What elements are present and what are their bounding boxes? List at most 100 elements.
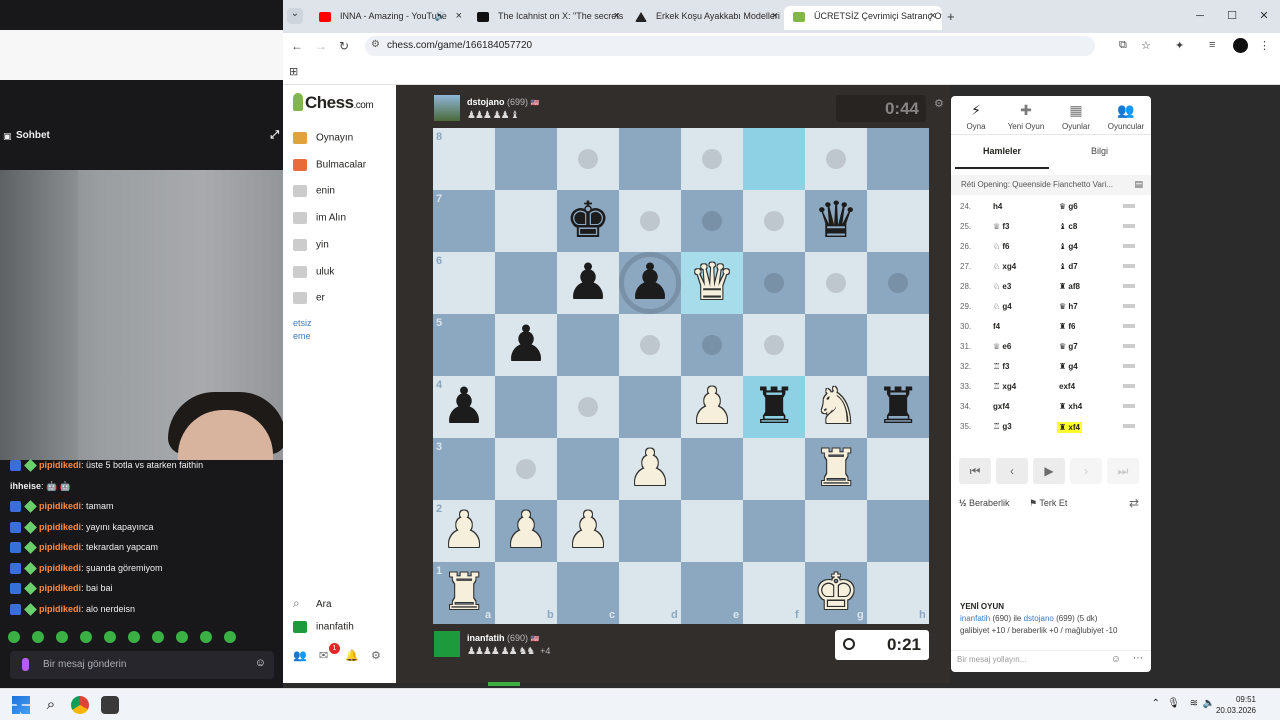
black-move[interactable]: ♝ g4 [1059, 242, 1078, 251]
black-move[interactable]: ♜ xh4 [1059, 402, 1082, 411]
black-piece-b5[interactable]: ♟ [495, 314, 557, 376]
white-piece-c2[interactable]: ♟ [557, 500, 619, 562]
close-tab-icon[interactable]: × [456, 10, 462, 22]
last-move-button[interactable]: ⏭ [1107, 458, 1139, 484]
mic-icon[interactable] [22, 658, 29, 671]
square-g5[interactable] [805, 314, 867, 376]
move-hint[interactable] [764, 335, 784, 355]
vip-badge-icon[interactable] [24, 459, 37, 472]
tab-moves[interactable]: Hamleler [983, 146, 1021, 156]
white-piece-g3[interactable]: ♜ [805, 438, 867, 500]
new-tab-icon[interactable]: + [947, 9, 955, 24]
subscriber-badge-icon[interactable] [10, 501, 21, 513]
black-move[interactable]: ♛ g6 [1059, 202, 1078, 211]
emote-icon[interactable] [224, 631, 236, 643]
chat-username[interactable]: pipidikedi [39, 604, 81, 614]
black-move[interactable]: exf4 [1059, 382, 1075, 391]
subscriber-badge-icon[interactable] [10, 542, 21, 554]
system-clock[interactable]: 09:51 20.03.2026 [1216, 694, 1256, 716]
sidebar-item[interactable]: enin [293, 185, 335, 198]
square-b8[interactable] [495, 128, 557, 190]
smiley-icon[interactable]: ☺ [255, 657, 266, 669]
chat-username[interactable]: pipidikedi [39, 583, 81, 593]
emote-icon[interactable] [176, 631, 188, 643]
emote-icon[interactable] [152, 631, 164, 643]
move-hint[interactable] [702, 211, 722, 231]
volume-icon[interactable]: 🔈 [1203, 698, 1215, 709]
square-b7[interactable] [495, 190, 557, 252]
move-hint[interactable] [702, 335, 722, 355]
chat-username[interactable]: pipidikedi [39, 501, 81, 511]
site-info-icon[interactable]: ⚙ [371, 39, 380, 50]
install-app-icon[interactable]: ⧉ [1119, 39, 1127, 52]
square-f3[interactable] [743, 438, 805, 500]
chat-username[interactable]: pipidikedi [39, 460, 81, 470]
black-move[interactable]: ♜ g4 [1059, 362, 1078, 371]
white-piece-g1[interactable]: ♚ [805, 562, 867, 624]
white-move[interactable]: ♘ f6 [993, 242, 1010, 251]
subscriber-badge-icon[interactable] [10, 521, 21, 533]
mail-icon[interactable]: ✉ [319, 649, 328, 662]
square-f8[interactable] [743, 128, 805, 190]
first-move-button[interactable]: ⏮ [959, 458, 991, 484]
move-hint[interactable] [764, 273, 784, 293]
chat-username[interactable]: pipidikedi [39, 542, 81, 552]
profile-avatar[interactable] [1233, 38, 1248, 53]
white-piece-b2[interactable]: ♟ [495, 500, 557, 562]
opponent-name[interactable]: dstojano [467, 97, 505, 107]
emote-icon[interactable] [104, 631, 116, 643]
subscriber-badge-icon[interactable] [10, 562, 21, 574]
opponent-avatar[interactable] [434, 95, 460, 121]
square-d4[interactable] [619, 376, 681, 438]
move-hint[interactable] [888, 273, 908, 293]
play-button[interactable]: ▶ [1033, 458, 1065, 484]
close-tab-icon[interactable]: × [772, 10, 778, 22]
black-move[interactable]: ♛ g7 [1059, 342, 1078, 351]
chat-username[interactable]: pipidikedi [39, 522, 81, 532]
search-icon[interactable]: ⌕ [42, 696, 60, 714]
draw-button[interactable]: ½ Beraberlik [959, 498, 1010, 508]
white-move[interactable]: gxf4 [993, 402, 1009, 411]
sidebar-item[interactable]: Bulmacalar [293, 158, 366, 171]
white-move[interactable]: f4 [993, 322, 1000, 331]
white-piece-a2[interactable]: ♟ [433, 500, 495, 562]
square-d8[interactable] [619, 128, 681, 190]
vip-badge-icon[interactable] [24, 520, 37, 534]
tab-shoes[interactable]: Erkek Koşu Ayakkabı Modelleri × [626, 6, 784, 30]
move-hint[interactable] [578, 149, 598, 169]
emote-icon[interactable] [32, 631, 44, 643]
flip-board-icon[interactable]: ⇄ [1129, 496, 1139, 510]
vip-badge-icon[interactable] [24, 541, 37, 554]
panel-tab[interactable]: ▦ Oyunlar [1051, 102, 1101, 131]
sidebar-item[interactable]: er [293, 292, 325, 305]
board-settings-icon[interactable]: ⚙ [934, 97, 944, 110]
black-piece-c6[interactable]: ♟ [557, 252, 619, 314]
black-piece-h4[interactable]: ♜ [867, 376, 929, 438]
chess-board[interactable]: 8 7 6 5 4 3 2 1 a b c d e f g h ♚ ♛ ♟ ♟ ♛ ♟ ♟ ♟ ♜ ♞ ♜ ♟ ♜ ♟ ♟ ♟ ♜ ♚ [433, 128, 929, 624]
subscriber-badge-icon[interactable] [10, 603, 21, 615]
sidebar-item[interactable]: im Alın [293, 212, 346, 225]
apps-grid-icon[interactable]: ⊞ [289, 65, 298, 78]
black-piece-g7[interactable]: ♛ [805, 190, 867, 252]
black-move[interactable]: ♝ d7 [1059, 262, 1078, 271]
minimize-icon[interactable]: ─ [1184, 0, 1216, 33]
square-h2[interactable] [867, 500, 929, 562]
close-window-icon[interactable]: ✕ [1248, 0, 1280, 33]
square-e3[interactable] [681, 438, 743, 500]
square-g2[interactable] [805, 500, 867, 562]
vip-badge-icon[interactable] [24, 561, 37, 575]
move-hint[interactable] [826, 273, 846, 293]
black-move[interactable]: ♛ h7 [1059, 302, 1078, 311]
square-h7[interactable] [867, 190, 929, 252]
white-move[interactable]: ♕ f3 [993, 222, 1010, 231]
square-f2[interactable] [743, 500, 805, 562]
reload-icon[interactable]: ↻ [339, 39, 349, 53]
black-piece-c7[interactable]: ♚ [557, 190, 619, 252]
game-chat-input[interactable]: Bir mesaj yollayın... ☺ ⋯ [951, 650, 1151, 670]
panel-tab[interactable]: ⚡ Oyna [951, 102, 1001, 131]
more-icon[interactable]: ⋯ [1133, 653, 1143, 664]
vip-badge-icon[interactable] [24, 582, 37, 595]
promo-line-1[interactable]: etsiz [293, 318, 312, 328]
sidebar-item[interactable]: yin [293, 238, 329, 251]
square-b4[interactable] [495, 376, 557, 438]
